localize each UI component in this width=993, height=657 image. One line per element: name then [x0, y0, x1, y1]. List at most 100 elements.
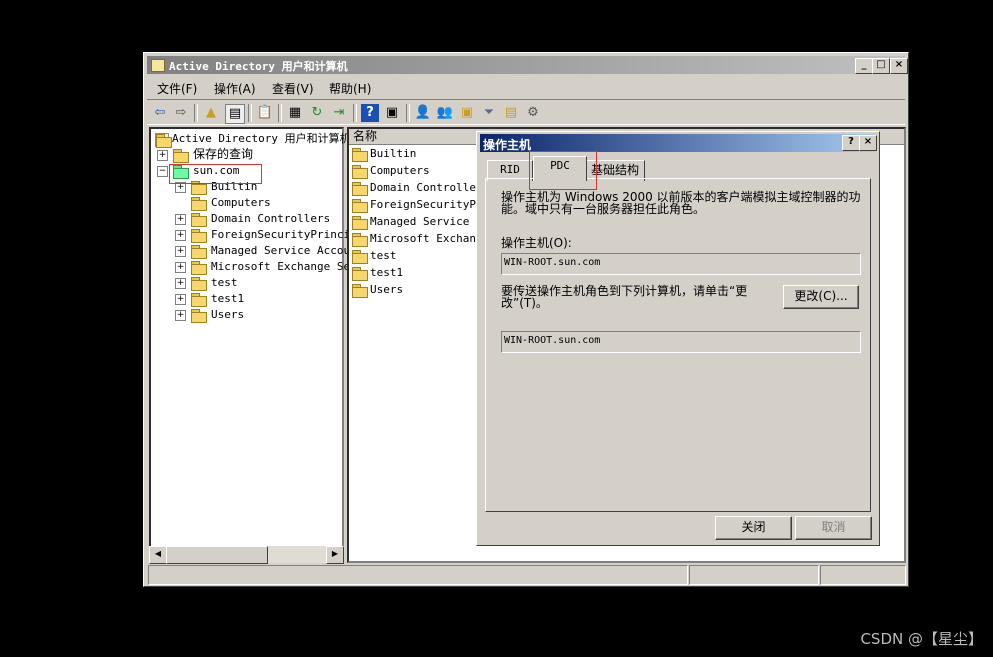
tab-highlight-box [529, 151, 597, 190]
tab-panel-pdc: 操作主机为 Windows 2000 以前版本的客户端模拟主域控制器的功 能。域… [485, 178, 871, 512]
menu-action[interactable]: 操作(A) [214, 80, 256, 97]
forward-icon[interactable]: ⇨ [172, 104, 190, 122]
ou-icon[interactable]: ▣ [458, 104, 476, 122]
expand-icon[interactable]: + [175, 230, 186, 241]
list-item-label: Microsoft Exchange [370, 232, 490, 245]
change-button[interactable]: 更改(C)... [783, 285, 859, 309]
menubar: 文件(F) 操作(A) 查看(V) 帮助(H) [147, 77, 905, 97]
properties-icon[interactable]: ▦ [286, 104, 304, 122]
list-item-label: ForeignSecurityPri [370, 198, 490, 211]
tree-pane[interactable]: Active Directory 用户和计算机 + 保存的查询 − sun.co… [149, 127, 357, 563]
scroll-right-button[interactable]: ▶ [326, 546, 344, 564]
target-computer-field: WIN-ROOT.sun.com [501, 331, 861, 353]
window-titlebar[interactable]: Active Directory 用户和计算机 _ □ × [147, 56, 908, 74]
expand-icon[interactable]: + [175, 262, 186, 273]
export-icon[interactable]: ⇥ [330, 104, 348, 122]
expand-icon[interactable]: + [175, 294, 186, 305]
collapse-icon[interactable]: − [157, 166, 168, 177]
window-title: Active Directory 用户和计算机 [169, 60, 348, 73]
menu-view[interactable]: 查看(V) [272, 80, 314, 97]
close-dialog-button[interactable]: 关闭 [715, 516, 792, 540]
maximize-button[interactable]: □ [872, 58, 890, 74]
tree-item-label: Domain Controllers [211, 212, 331, 225]
list-item-label: Managed Service Ac [370, 215, 490, 228]
toolbar-separator [248, 104, 252, 122]
folder-icon [191, 245, 207, 259]
tree-item-label: 保存的查询 [193, 147, 254, 161]
tree-item-label: Computers [211, 196, 271, 209]
folder-icon [352, 250, 368, 264]
users-icon[interactable]: 👤 [414, 104, 432, 122]
cancel-button[interactable]: 取消 [795, 516, 872, 540]
dialog-title: 操作主机 [483, 138, 532, 152]
tree-item-label: Users [211, 308, 245, 321]
expand-icon[interactable]: + [175, 278, 186, 289]
toolbar-separator [278, 104, 282, 122]
tree-item-label: Microsoft Exchange Sec [211, 260, 357, 273]
group-icon[interactable]: 👥 [436, 104, 454, 122]
delegate-icon[interactable]: ⚙ [524, 104, 542, 122]
show-hide-tree-icon[interactable]: ▤ [225, 104, 245, 124]
up-folder-icon[interactable]: ▲ [202, 104, 220, 122]
app-icon [151, 59, 165, 72]
list-item-label: Domain Controllers [370, 181, 490, 194]
list-item-label: Builtin [370, 147, 417, 160]
expand-icon[interactable]: + [175, 246, 186, 257]
list-item-label: Users [370, 283, 404, 296]
folder-icon [191, 309, 207, 323]
dialog-help-button[interactable]: ? [842, 135, 860, 151]
help-icon[interactable]: ? [361, 104, 379, 122]
tree-item-label: test1 [211, 292, 245, 305]
watermark: CSDN @【星尘】 [860, 630, 983, 648]
toolbar-separator [406, 104, 410, 122]
folder-icon [173, 149, 189, 163]
transfer-instruction: 改”(T)。 [501, 296, 548, 310]
minimize-button[interactable]: _ [855, 58, 873, 74]
folder-icon [352, 284, 368, 298]
scroll-thumb[interactable] [166, 546, 268, 564]
folder-icon [191, 261, 207, 275]
dialog-titlebar[interactable]: 操作主机 ? × [480, 134, 877, 152]
tree-item-label: test [211, 276, 238, 289]
operations-master-field: WIN-ROOT.sun.com [501, 253, 861, 275]
folder-icon [352, 199, 368, 213]
close-button[interactable]: × [890, 58, 908, 74]
tree-root-label: Active Directory 用户和计算机 [172, 132, 351, 145]
toolbar-separator [194, 104, 198, 122]
expand-icon[interactable]: + [175, 310, 186, 321]
folder-icon [352, 182, 368, 196]
console-root-icon [155, 133, 172, 148]
dialog-close-button[interactable]: × [859, 135, 877, 151]
toolbar: ⇦ ⇨ ▲ ▤ 📋 ▦ ↻ ⇥ ? ▣ 👤 👥 ▣ ⏷ ▤ ⚙ [147, 99, 905, 125]
folder-icon [191, 293, 207, 307]
scroll-left-button[interactable]: ◀ [149, 546, 167, 564]
expand-icon[interactable]: + [175, 214, 186, 225]
list-item-label: test1 [370, 266, 404, 279]
highlight-box [169, 164, 262, 184]
copy-icon[interactable]: 📋 [256, 104, 274, 122]
list-item-label: test [370, 249, 397, 262]
query-icon[interactable]: ▤ [502, 104, 520, 122]
status-segment [148, 565, 688, 585]
tree-horizontal-scrollbar[interactable]: ◀ ▶ [149, 546, 344, 564]
toolbar-separator [353, 104, 357, 122]
list-item-label: Computers [370, 164, 430, 177]
folder-icon [352, 148, 368, 162]
menu-file[interactable]: 文件(F) [157, 80, 197, 97]
folder-icon [191, 197, 207, 211]
menu-help[interactable]: 帮助(H) [329, 80, 371, 97]
folder-icon [352, 267, 368, 281]
folder-icon [191, 213, 207, 227]
view-icon[interactable]: ▣ [383, 104, 401, 122]
column-header-label: 名称 [353, 129, 378, 143]
description-text: 能。域中只有一台服务器担任此角色。 [501, 202, 706, 216]
folder-icon [352, 233, 368, 247]
status-bar [147, 565, 906, 585]
status-segment [820, 565, 906, 585]
filter-icon[interactable]: ⏷ [480, 104, 498, 122]
tree-item-label: Managed Service Accour [211, 244, 357, 257]
expand-icon[interactable]: + [157, 150, 168, 161]
refresh-icon[interactable]: ↻ [308, 104, 326, 122]
folder-icon [352, 165, 368, 179]
back-icon[interactable]: ⇦ [151, 104, 169, 122]
